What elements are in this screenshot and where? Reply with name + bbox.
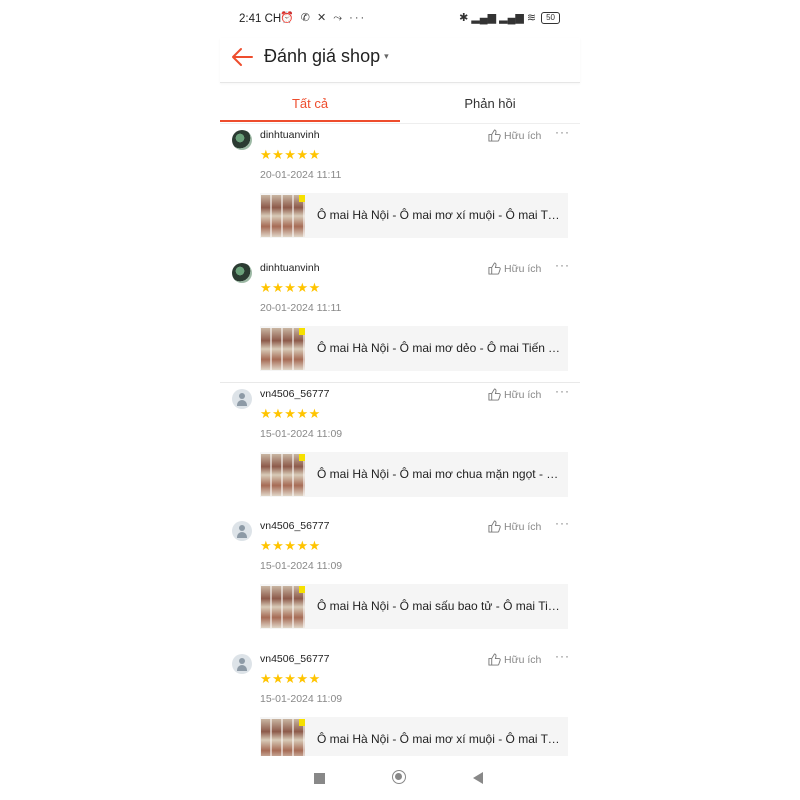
product-name: Ô mai Hà Nội - Ô mai mơ dẻo - Ô mai Tiến… bbox=[317, 341, 562, 355]
review-item: vn4506_56777 ★★★★★ 15-01-2024 11:09 Hữu … bbox=[220, 515, 580, 648]
helpful-button[interactable]: Hữu ích bbox=[488, 262, 541, 275]
review-date: 15-01-2024 11:09 bbox=[260, 693, 343, 705]
system-nav-bar bbox=[220, 756, 580, 800]
review-username: dinhtuanvinh bbox=[260, 129, 320, 141]
thumbs-up-icon bbox=[488, 262, 501, 275]
notification-icons: ⏰ ✆ ✕ ⤳ ··· bbox=[280, 12, 367, 24]
helpful-button[interactable]: Hữu ích bbox=[488, 653, 541, 666]
review-username: vn4506_56777 bbox=[260, 653, 330, 665]
avatar[interactable] bbox=[232, 654, 252, 674]
system-icons: ✱ ▂▄▆ ▂▄▆ ≋ 50 bbox=[459, 11, 560, 24]
review-date: 15-01-2024 11:09 bbox=[260, 560, 343, 572]
product-thumbnail bbox=[261, 328, 305, 370]
helpful-label: Hữu ích bbox=[504, 520, 542, 533]
back-arrow-icon[interactable] bbox=[230, 44, 256, 70]
review-date: 15-01-2024 11:09 bbox=[260, 428, 343, 440]
app-screen: 2:41 CH ⏰ ✆ ✕ ⤳ ··· ✱ ▂▄▆ ▂▄▆ ≋ 50 Đánh … bbox=[220, 0, 580, 800]
star-rating: ★★★★★ bbox=[260, 671, 321, 686]
product-card[interactable]: Ô mai Hà Nội - Ô mai mơ xí muội - Ô mai … bbox=[260, 717, 568, 756]
more-options-icon[interactable]: ··· bbox=[555, 258, 570, 272]
review-date: 20-01-2024 11:11 bbox=[260, 169, 342, 181]
product-thumbnail bbox=[261, 719, 305, 756]
avatar[interactable] bbox=[232, 389, 252, 409]
review-username: vn4506_56777 bbox=[260, 520, 330, 532]
avatar[interactable] bbox=[232, 130, 252, 150]
page-title[interactable]: Đánh giá shop ▾ bbox=[264, 46, 389, 67]
product-name: Ô mai Hà Nội - Ô mai mơ xí muội - Ô mai … bbox=[317, 732, 562, 746]
product-name: Ô mai Hà Nội - Ô mai mơ xí muội - Ô mai … bbox=[317, 208, 562, 222]
review-item: vn4506_56777 ★★★★★ 15-01-2024 11:09 Hữu … bbox=[220, 648, 580, 756]
active-tab-indicator bbox=[220, 120, 400, 122]
helpful-label: Hữu ích bbox=[504, 653, 542, 666]
thumbs-up-icon bbox=[488, 388, 501, 401]
more-options-icon[interactable]: ··· bbox=[555, 125, 570, 139]
tab-replies[interactable]: Phản hồi bbox=[400, 96, 580, 111]
review-date: 20-01-2024 11:11 bbox=[260, 302, 342, 314]
product-thumbnail bbox=[261, 586, 305, 628]
helpful-label: Hữu ích bbox=[504, 129, 542, 142]
back-icon[interactable] bbox=[473, 772, 483, 784]
helpful-button[interactable]: Hữu ích bbox=[488, 388, 541, 401]
helpful-button[interactable]: Hữu ích bbox=[488, 129, 541, 142]
status-bar: 2:41 CH ⏰ ✆ ✕ ⤳ ··· ✱ ▂▄▆ ▂▄▆ ≋ 50 bbox=[220, 0, 580, 38]
thumbs-up-icon bbox=[488, 653, 501, 666]
thumbs-up-icon bbox=[488, 129, 501, 142]
status-time: 2:41 CH bbox=[239, 13, 282, 25]
review-item: dinhtuanvinh ★★★★★ 20-01-2024 11:11 Hữu … bbox=[220, 257, 580, 390]
more-options-icon[interactable]: ··· bbox=[555, 516, 570, 530]
star-rating: ★★★★★ bbox=[260, 538, 321, 553]
product-thumbnail bbox=[261, 195, 305, 237]
product-card[interactable]: Ô mai Hà Nội - Ô mai mơ dẻo - Ô mai Tiến… bbox=[260, 326, 568, 371]
product-name: Ô mai Hà Nội - Ô mai mơ chua mặn ngọt - … bbox=[317, 467, 562, 481]
avatar[interactable] bbox=[232, 521, 252, 541]
page-title-text: Đánh giá shop bbox=[264, 46, 381, 66]
recent-apps-icon[interactable] bbox=[314, 773, 325, 784]
dropdown-caret-icon: ▾ bbox=[384, 51, 389, 61]
more-options-icon[interactable]: ··· bbox=[555, 649, 570, 663]
star-rating: ★★★★★ bbox=[260, 280, 321, 295]
signal-wifi-icons: ✱ ▂▄▆ ▂▄▆ ≋ bbox=[459, 12, 537, 24]
product-thumbnail bbox=[261, 454, 305, 496]
battery-icon: 50 bbox=[541, 11, 560, 24]
review-username: dinhtuanvinh bbox=[260, 262, 320, 274]
page-header: Đánh giá shop ▾ bbox=[220, 38, 580, 83]
home-icon[interactable] bbox=[392, 770, 406, 784]
review-item: dinhtuanvinh ★★★★★ 20-01-2024 11:11 Hữu … bbox=[220, 124, 580, 257]
tab-all[interactable]: Tất cả bbox=[220, 96, 400, 111]
product-card[interactable]: Ô mai Hà Nội - Ô mai sấu bao tử - Ô mai … bbox=[260, 584, 568, 629]
tab-bar: Tất cả Phản hồi bbox=[220, 83, 580, 124]
product-card[interactable]: Ô mai Hà Nội - Ô mai mơ chua mặn ngọt - … bbox=[260, 452, 568, 497]
helpful-button[interactable]: Hữu ích bbox=[488, 520, 541, 533]
product-card[interactable]: Ô mai Hà Nội - Ô mai mơ xí muội - Ô mai … bbox=[260, 193, 568, 238]
product-name: Ô mai Hà Nội - Ô mai sấu bao tử - Ô mai … bbox=[317, 599, 562, 613]
review-item: vn4506_56777 ★★★★★ 15-01-2024 11:09 Hữu … bbox=[220, 382, 580, 516]
thumbs-up-icon bbox=[488, 520, 501, 533]
helpful-label: Hữu ích bbox=[504, 388, 542, 401]
star-rating: ★★★★★ bbox=[260, 147, 321, 162]
review-list[interactable]: dinhtuanvinh ★★★★★ 20-01-2024 11:11 Hữu … bbox=[220, 124, 580, 756]
review-username: vn4506_56777 bbox=[260, 388, 330, 400]
helpful-label: Hữu ích bbox=[504, 262, 542, 275]
avatar[interactable] bbox=[232, 263, 252, 283]
star-rating: ★★★★★ bbox=[260, 406, 321, 421]
more-options-icon[interactable]: ··· bbox=[555, 384, 570, 398]
